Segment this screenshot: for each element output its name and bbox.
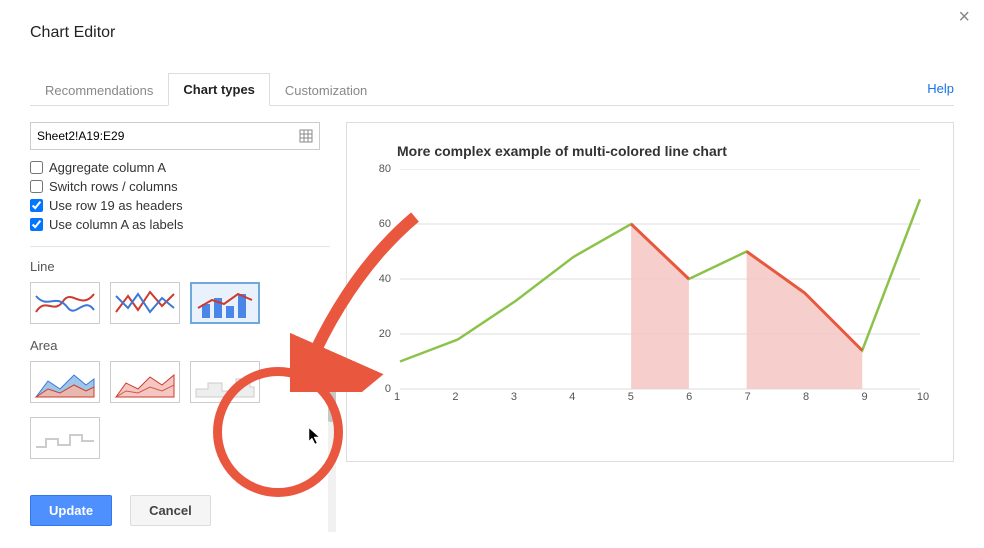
chart-type-line-straight[interactable]	[110, 282, 180, 324]
cancel-button[interactable]: Cancel	[130, 495, 211, 526]
aggregate-checkbox[interactable]	[30, 161, 43, 174]
chart-type-combo[interactable]	[190, 282, 260, 324]
section-line: Line	[30, 259, 330, 274]
x-tick: 7	[745, 391, 751, 403]
option-aggregate[interactable]: Aggregate column A	[30, 160, 330, 175]
y-axis: 020406080	[367, 169, 395, 409]
left-panel: Aggregate column A Switch rows / columns…	[30, 122, 330, 473]
switch-label: Switch rows / columns	[49, 179, 178, 194]
range-field[interactable]	[37, 129, 299, 143]
labels-label: Use column A as labels	[49, 217, 183, 232]
switch-checkbox[interactable]	[30, 180, 43, 193]
chart-preview: More complex example of multi-colored li…	[346, 122, 954, 462]
update-button[interactable]: Update	[30, 495, 112, 526]
chart-type-area-1[interactable]	[30, 361, 100, 403]
chart-type-line-smooth[interactable]	[30, 282, 100, 324]
divider	[30, 246, 330, 247]
x-tick: 10	[917, 391, 929, 403]
section-area: Area	[30, 338, 330, 353]
option-headers[interactable]: Use row 19 as headers	[30, 198, 330, 213]
option-labels[interactable]: Use column A as labels	[30, 217, 330, 232]
help-link[interactable]: Help	[927, 73, 954, 104]
y-tick: 60	[379, 218, 391, 230]
x-tick: 6	[686, 391, 692, 403]
x-tick: 3	[511, 391, 517, 403]
y-tick: 0	[385, 383, 391, 395]
plot-area: 020406080 12345678910	[397, 169, 923, 429]
y-tick: 40	[379, 273, 391, 285]
tab-chart-types[interactable]: Chart types	[168, 73, 270, 106]
tab-recommendations[interactable]: Recommendations	[30, 74, 168, 106]
headers-label: Use row 19 as headers	[49, 198, 183, 213]
y-tick: 80	[379, 163, 391, 175]
x-tick: 8	[803, 391, 809, 403]
x-tick: 5	[628, 391, 634, 403]
headers-checkbox[interactable]	[30, 199, 43, 212]
tab-customization[interactable]: Customization	[270, 74, 382, 106]
scrollbar[interactable]	[328, 372, 336, 532]
close-icon[interactable]: ×	[958, 6, 970, 29]
plot-svg	[397, 169, 923, 409]
tabs: Recommendations Chart types Customizatio…	[30, 72, 954, 106]
x-tick: 4	[569, 391, 575, 403]
chart-type-area-2[interactable]	[110, 361, 180, 403]
chart-type-area-step-2[interactable]	[30, 417, 100, 459]
x-axis: 12345678910	[397, 389, 923, 407]
dialog-title: Chart Editor	[30, 24, 954, 42]
y-tick: 20	[379, 328, 391, 340]
chart-title: More complex example of multi-colored li…	[397, 143, 933, 159]
scrollbar-thumb[interactable]	[328, 372, 336, 422]
chart-type-area-step[interactable]	[190, 361, 260, 403]
x-tick: 1	[394, 391, 400, 403]
labels-checkbox[interactable]	[30, 218, 43, 231]
select-range-icon[interactable]	[299, 129, 313, 143]
x-tick: 9	[861, 391, 867, 403]
x-tick: 2	[452, 391, 458, 403]
data-range-input[interactable]	[30, 122, 320, 150]
option-switch[interactable]: Switch rows / columns	[30, 179, 330, 194]
aggregate-label: Aggregate column A	[49, 160, 166, 175]
